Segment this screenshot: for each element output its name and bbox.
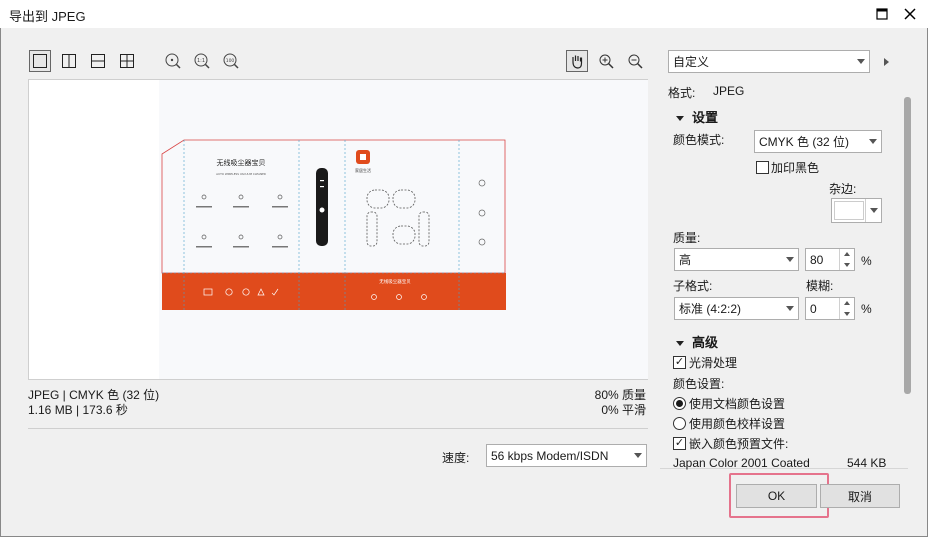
- matte-color-picker[interactable]: [831, 198, 882, 223]
- split-horizontal-button[interactable]: [87, 50, 109, 72]
- zoom-fit-button[interactable]: [162, 50, 184, 72]
- title-bar: 导出到 JPEG: [0, 0, 928, 28]
- maximize-icon: [876, 8, 888, 20]
- use-proof-color-radio[interactable]: 使用颜色校样设置: [673, 415, 785, 432]
- zoom-1to1-button[interactable]: 1:1: [191, 50, 213, 72]
- maximize-button[interactable]: [869, 3, 895, 25]
- quality-value: 高: [679, 253, 692, 267]
- package-dieline-image: 无线吸尘器宝贝 AUTO WIRELESS VACUUM CLEANER 家居生…: [161, 139, 506, 310]
- spinner-arrows-icon[interactable]: [839, 249, 854, 270]
- svg-text:1:1: 1:1: [197, 58, 205, 64]
- spinner-arrows-icon[interactable]: [839, 298, 854, 319]
- split-horizontal-icon: [91, 54, 105, 68]
- quad-view-button[interactable]: [116, 50, 138, 72]
- checkbox-box: [673, 437, 686, 450]
- preview-pane[interactable]: 无线吸尘器宝贝 AUTO WIRELESS VACUUM CLEANER 家居生…: [28, 79, 648, 380]
- blur-spinner[interactable]: 0: [805, 297, 855, 320]
- cancel-button[interactable]: 取消: [820, 484, 900, 508]
- radio-dot: [673, 397, 686, 410]
- single-view-button[interactable]: [29, 50, 51, 72]
- advanced-section-header[interactable]: 高级: [676, 332, 718, 351]
- triangle-right-icon: [884, 58, 889, 66]
- color-mode-value: CMYK 色 (32 位): [759, 135, 850, 149]
- single-view-icon: [33, 54, 47, 68]
- hand-icon: [572, 55, 583, 69]
- chevron-down-icon: [781, 249, 798, 270]
- color-mode-label: 颜色模式:: [673, 133, 725, 147]
- svg-text:100: 100: [226, 58, 235, 64]
- use-document-color-radio[interactable]: 使用文档颜色设置: [673, 395, 785, 412]
- zoom-fit-icon: [165, 53, 181, 69]
- color-mode-select[interactable]: CMYK 色 (32 位): [754, 130, 882, 153]
- blur-label: 模糊:: [806, 279, 834, 293]
- quality-spinner[interactable]: 80: [805, 248, 855, 271]
- window-title: 导出到 JPEG: [9, 9, 86, 24]
- package-brand: 家居生活: [355, 167, 371, 173]
- zoom-100-button[interactable]: 100: [220, 50, 242, 72]
- speed-select[interactable]: 56 kbps Modem/ISDN: [486, 444, 647, 467]
- quality-percent: %: [861, 254, 872, 268]
- embed-profile-checkbox[interactable]: 嵌入颜色预置文件:: [673, 435, 788, 452]
- zoom-out-button[interactable]: [624, 50, 646, 72]
- settings-scrollbar[interactable]: [904, 97, 911, 394]
- overprint-black-checkbox[interactable]: 加印黑色: [756, 159, 819, 176]
- speed-value: 56 kbps Modem/ISDN: [491, 448, 609, 463]
- format-label: 格式:: [668, 86, 696, 100]
- package-subtitle: AUTO WIRELESS VACUUM CLEANER: [216, 172, 266, 176]
- matte-label: 杂边:: [829, 182, 857, 196]
- quality-number: 80: [810, 252, 824, 267]
- matte-color-swatch: [834, 201, 864, 220]
- zoom-100-icon: 100: [223, 53, 239, 69]
- blur-percent: %: [861, 302, 872, 316]
- preview-smoothing-info: 0% 平滑: [601, 403, 646, 417]
- quality-select[interactable]: 高: [674, 248, 799, 271]
- speed-label: 速度:: [442, 451, 470, 465]
- chevron-down-icon: [864, 131, 881, 152]
- quad-view-icon: [120, 54, 134, 68]
- zoom-in-icon: [599, 54, 614, 69]
- profile-size: 544 KB: [847, 456, 887, 470]
- pan-tool-button[interactable]: [566, 50, 588, 72]
- antialias-checkbox[interactable]: 光滑处理: [673, 354, 737, 371]
- radio-dot: [673, 417, 686, 430]
- close-button[interactable]: [897, 3, 923, 25]
- preset-select[interactable]: 自定义: [668, 50, 870, 73]
- checkbox-box: [673, 356, 686, 369]
- preview-size-info: 1.16 MB | 173.6 秒: [28, 403, 128, 417]
- checkbox-box: [756, 161, 769, 174]
- preset-menu-button[interactable]: [881, 56, 891, 68]
- chevron-down-icon: [852, 51, 869, 72]
- split-vertical-button[interactable]: [58, 50, 80, 72]
- package-title: 无线吸尘器宝贝: [217, 158, 266, 167]
- split-vertical-icon: [62, 54, 76, 68]
- settings-section-header[interactable]: 设置: [676, 107, 718, 126]
- chevron-down-icon: [865, 199, 881, 222]
- format-value: JPEG: [713, 84, 745, 98]
- preset-value: 自定义: [673, 55, 710, 69]
- subformat-select[interactable]: 标准 (4:2:2): [674, 297, 799, 320]
- chevron-down-icon: [629, 445, 646, 466]
- blur-number: 0: [810, 301, 817, 316]
- zoom-in-button[interactable]: [595, 50, 617, 72]
- chevron-down-icon: [781, 298, 798, 319]
- zoom-out-icon: [628, 54, 643, 69]
- strip-title: 无线吸尘器宝贝: [379, 278, 411, 285]
- zoom-1to1-icon: 1:1: [194, 53, 210, 69]
- color-settings-label: 颜色设置:: [673, 377, 725, 391]
- subformat-value: 标准 (4:2:2): [679, 302, 742, 316]
- profile-name: Japan Color 2001 Coated: [673, 456, 810, 470]
- ok-button[interactable]: OK: [736, 484, 817, 508]
- close-icon: [904, 8, 916, 20]
- subformat-label: 子格式:: [673, 279, 713, 293]
- quality-label: 质量:: [673, 231, 701, 245]
- divider: [28, 428, 648, 429]
